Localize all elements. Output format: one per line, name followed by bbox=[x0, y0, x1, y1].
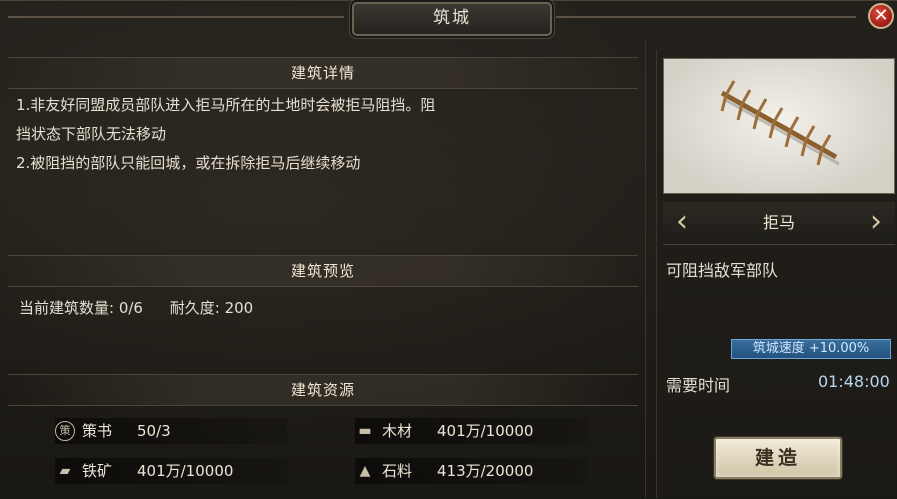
details-header: 建筑详情 bbox=[8, 57, 638, 89]
book-icon: 策 bbox=[55, 421, 75, 441]
details-line-3: 2.被阻挡的部队只能回城，或在拆除拒马后继续移动 bbox=[16, 154, 361, 172]
resource-value: 413万/20000 bbox=[437, 462, 534, 480]
resource-value: 401万/10000 bbox=[437, 422, 534, 440]
wood-icon: ▬ bbox=[358, 423, 372, 439]
durability: 耐久度: 200 bbox=[169, 299, 254, 317]
resources-header: 建筑资源 bbox=[8, 374, 638, 406]
resource-value: 50/3 bbox=[137, 422, 171, 440]
iron-icon: ▰ bbox=[59, 463, 71, 479]
resource-row-iron: ▰ 铁矿 401万/10000 bbox=[55, 458, 287, 484]
right-panel: ‹ 拒马 › 可阻挡敌军部队 筑城速度 +10.00% 需要时间 01:48:0… bbox=[656, 50, 896, 498]
resource-value: 401万/10000 bbox=[137, 462, 234, 480]
building-effect: 可阻挡敌军部队 bbox=[666, 261, 779, 280]
speed-badge: 筑城速度 +10.00% bbox=[731, 339, 891, 359]
resource-row-stone: ▲ 石料 413万/20000 bbox=[355, 458, 587, 484]
preview-header: 建筑预览 bbox=[8, 255, 638, 287]
stone-icon: ▲ bbox=[359, 463, 371, 479]
building-selector: ‹ 拒马 › bbox=[663, 202, 895, 245]
resource-row-wood: ▬ 木材 401万/10000 bbox=[355, 418, 587, 444]
window-title: 筑城 bbox=[352, 2, 552, 36]
build-button[interactable]: 建造 bbox=[714, 437, 842, 479]
title-deco-right bbox=[556, 16, 856, 18]
details-line-1: 1.非友好同盟成员部队进入拒马所在的土地时会被拒马阻挡。阻 bbox=[16, 96, 436, 114]
title-deco-left bbox=[8, 16, 344, 18]
preview-stats: 当前建筑数量: 0/6 耐久度: 200 bbox=[19, 297, 275, 318]
resource-name: 木材 bbox=[382, 422, 413, 440]
resource-name: 策书 bbox=[82, 422, 113, 440]
resource-name: 石料 bbox=[382, 462, 413, 480]
time-label: 需要时间 bbox=[666, 376, 731, 395]
resource-name: 铁矿 bbox=[82, 462, 113, 480]
panel-divider bbox=[645, 40, 646, 498]
building-count: 当前建筑数量: 0/6 bbox=[19, 299, 143, 317]
time-value: 01:48:00 bbox=[818, 372, 890, 391]
details-line-2: 挡状态下部队无法移动 bbox=[16, 125, 167, 143]
close-button[interactable]: ✕ bbox=[868, 3, 894, 29]
resource-row-book: 策 策书 50/3 bbox=[55, 418, 287, 444]
next-arrow-icon[interactable]: › bbox=[861, 204, 891, 242]
building-image bbox=[663, 58, 895, 194]
